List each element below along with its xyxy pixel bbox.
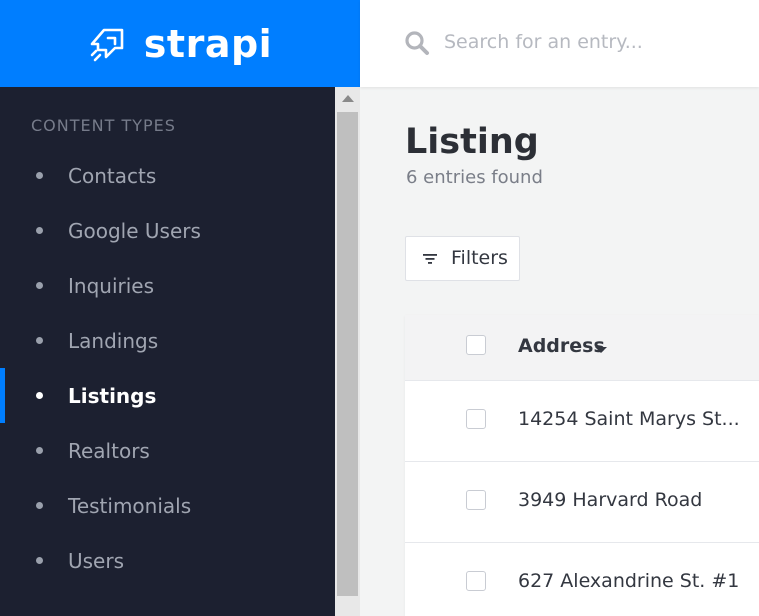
bullet-icon — [36, 557, 43, 564]
row-checkbox[interactable] — [466, 571, 486, 591]
sidebar-item-testimonials[interactable]: Testimonials — [0, 478, 335, 533]
listings-table: Address 14254 Saint Marys St... 3949 Har… — [405, 315, 759, 616]
sidebar-item-label: Users — [68, 548, 125, 573]
scrollbar-thumb[interactable] — [337, 112, 358, 596]
column-header-address[interactable]: Address — [518, 335, 605, 357]
sidebar-item-label: Google Users — [68, 218, 201, 243]
select-all-checkbox[interactable] — [466, 335, 486, 355]
filters-label: Filters — [451, 247, 508, 269]
sidebar-nav: Contacts Google Users Inquiries Landings… — [0, 148, 335, 588]
sidebar-scrollbar[interactable] — [335, 87, 360, 616]
sidebar-item-label: Contacts — [68, 163, 157, 188]
bullet-icon — [36, 392, 43, 399]
search-input[interactable] — [444, 26, 744, 58]
bullet-icon — [36, 227, 43, 234]
cell-address: 627 Alexandrine St. #1 — [518, 570, 740, 592]
bullet-icon — [36, 172, 43, 179]
table-header: Address — [405, 315, 759, 381]
bullet-icon — [36, 447, 43, 454]
sidebar-item-contacts[interactable]: Contacts — [0, 148, 335, 203]
sidebar-item-label: Realtors — [68, 438, 150, 463]
search-icon — [405, 31, 429, 55]
sidebar: CONTENT TYPES Contacts Google Users Inqu… — [0, 87, 335, 616]
bullet-icon — [36, 337, 43, 344]
sidebar-item-users[interactable]: Users — [0, 533, 335, 588]
sidebar-item-landings[interactable]: Landings — [0, 313, 335, 368]
table-row[interactable]: 3949 Harvard Road — [405, 462, 759, 543]
sidebar-item-inquiries[interactable]: Inquiries — [0, 258, 335, 313]
sidebar-item-realtors[interactable]: Realtors — [0, 423, 335, 478]
top-header — [360, 0, 759, 87]
filter-icon — [423, 254, 437, 264]
brand-header[interactable]: strapi — [0, 0, 360, 87]
sidebar-item-label: Inquiries — [68, 273, 155, 298]
sidebar-item-google-users[interactable]: Google Users — [0, 203, 335, 258]
entries-count: 6 entries found — [406, 167, 543, 188]
sidebar-item-label: Testimonials — [68, 493, 192, 518]
page-title: Listing — [405, 122, 539, 162]
sidebar-section-title: CONTENT TYPES — [31, 116, 176, 135]
table-row[interactable]: 627 Alexandrine St. #1 — [405, 543, 759, 616]
filters-button[interactable]: Filters — [405, 236, 520, 281]
table-row[interactable]: 14254 Saint Marys St... — [405, 381, 759, 462]
brand-name: strapi — [143, 21, 273, 66]
cell-address: 3949 Harvard Road — [518, 489, 703, 511]
sidebar-item-listings[interactable]: Listings — [0, 368, 335, 423]
bullet-icon — [36, 502, 43, 509]
sort-desc-icon[interactable] — [595, 347, 607, 353]
sidebar-item-label: Landings — [68, 328, 159, 353]
rocket-icon — [90, 28, 124, 61]
row-checkbox[interactable] — [466, 490, 486, 510]
cell-address: 14254 Saint Marys St... — [518, 408, 740, 430]
scroll-up-arrow-icon[interactable] — [342, 95, 354, 102]
bullet-icon — [36, 282, 43, 289]
sidebar-item-label: Listings — [68, 383, 157, 408]
row-checkbox[interactable] — [466, 409, 486, 429]
